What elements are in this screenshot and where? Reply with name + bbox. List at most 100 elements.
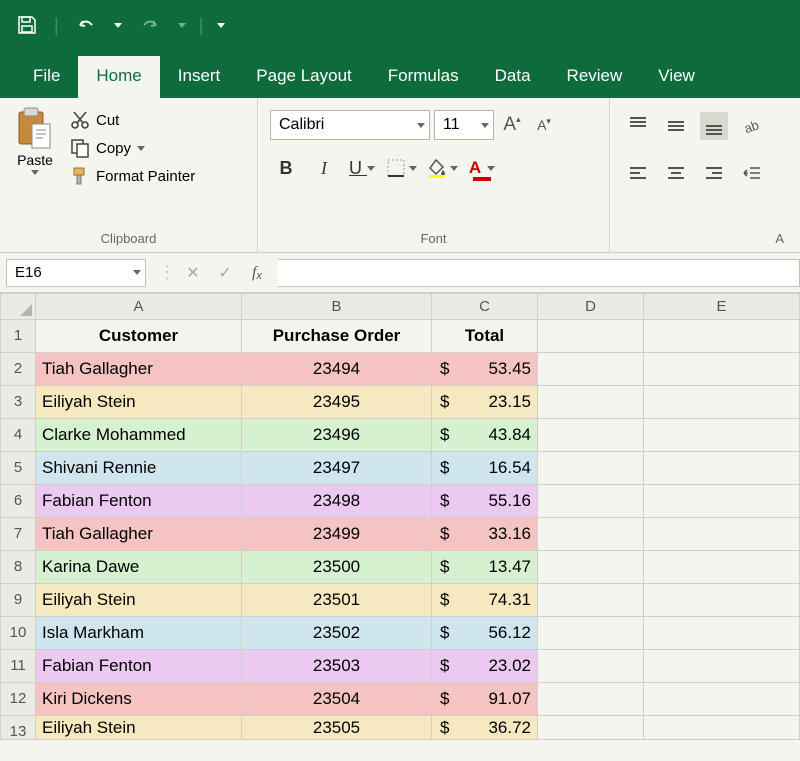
cell[interactable]: $33.16 — [432, 518, 538, 551]
increase-font-button[interactable]: A▴ — [498, 111, 526, 139]
cell[interactable] — [538, 353, 644, 386]
tab-file[interactable]: File — [15, 56, 78, 98]
underline-button[interactable]: U — [348, 154, 376, 182]
cell[interactable] — [538, 716, 644, 740]
cell[interactable]: Kiri Dickens — [36, 683, 242, 716]
cell[interactable] — [538, 419, 644, 452]
cell[interactable] — [644, 320, 800, 353]
cell[interactable]: Eiliyah Stein — [36, 584, 242, 617]
cell[interactable]: $55.16 — [432, 485, 538, 518]
bold-button[interactable]: B — [272, 154, 300, 182]
cell[interactable]: Total — [432, 320, 538, 353]
col-header-D[interactable]: D — [538, 293, 644, 320]
decrease-indent-button[interactable] — [738, 160, 766, 188]
align-center-button[interactable] — [662, 160, 690, 188]
cell[interactable] — [538, 320, 644, 353]
cell[interactable]: Fabian Fenton — [36, 485, 242, 518]
cell[interactable]: Clarke Mohammed — [36, 419, 242, 452]
row-header[interactable]: 5 — [0, 452, 36, 485]
cell[interactable] — [644, 650, 800, 683]
cell[interactable]: $43.84 — [432, 419, 538, 452]
cell[interactable] — [644, 584, 800, 617]
cell[interactable]: Karina Dawe — [36, 551, 242, 584]
tab-view[interactable]: View — [640, 56, 713, 98]
cell[interactable] — [644, 716, 800, 740]
tab-formulas[interactable]: Formulas — [370, 56, 477, 98]
row-header[interactable]: 9 — [0, 584, 36, 617]
undo-button[interactable] — [69, 8, 103, 42]
align-top-button[interactable] — [624, 112, 652, 140]
cell[interactable] — [644, 452, 800, 485]
row-header[interactable]: 12 — [0, 683, 36, 716]
cancel-formula-button[interactable]: ✕ — [178, 259, 208, 287]
decrease-font-button[interactable]: A▾ — [530, 111, 558, 139]
tab-data[interactable]: Data — [477, 56, 549, 98]
cell[interactable]: Tiah Gallagher — [36, 518, 242, 551]
cell[interactable] — [538, 584, 644, 617]
cut-button[interactable]: Cut — [66, 108, 199, 132]
cell[interactable] — [644, 419, 800, 452]
cell[interactable]: Isla Markham — [36, 617, 242, 650]
cell[interactable] — [538, 452, 644, 485]
cell[interactable] — [538, 518, 644, 551]
col-header-C[interactable]: C — [432, 293, 538, 320]
align-bottom-button[interactable] — [700, 112, 728, 140]
borders-button[interactable] — [386, 154, 417, 182]
copy-button[interactable]: Copy — [66, 136, 199, 160]
row-header[interactable]: 8 — [0, 551, 36, 584]
row-header[interactable]: 6 — [0, 485, 36, 518]
cell[interactable]: Purchase Order — [242, 320, 432, 353]
cell[interactable]: $13.47 — [432, 551, 538, 584]
tab-insert[interactable]: Insert — [160, 56, 239, 98]
cell[interactable] — [644, 353, 800, 386]
cell[interactable] — [644, 683, 800, 716]
row-header[interactable]: 3 — [0, 386, 36, 419]
row-header[interactable]: 4 — [0, 419, 36, 452]
cell[interactable]: Eiliyah Stein — [36, 386, 242, 419]
cell[interactable]: $56.12 — [432, 617, 538, 650]
orientation-button[interactable]: ab — [738, 112, 766, 140]
col-header-B[interactable]: B — [242, 293, 432, 320]
format-painter-button[interactable]: Format Painter — [66, 164, 199, 188]
cell[interactable]: 23501 — [242, 584, 432, 617]
cell[interactable]: $74.31 — [432, 584, 538, 617]
enter-formula-button[interactable]: ✓ — [210, 259, 240, 287]
cell[interactable]: 23496 — [242, 419, 432, 452]
cell[interactable]: $23.15 — [432, 386, 538, 419]
cell[interactable]: 23504 — [242, 683, 432, 716]
name-box[interactable]: E16 — [6, 259, 146, 287]
undo-dropdown[interactable] — [111, 8, 125, 42]
cell[interactable] — [538, 683, 644, 716]
paste-button[interactable]: Paste — [10, 102, 60, 188]
align-middle-button[interactable] — [662, 112, 690, 140]
cell[interactable]: Tiah Gallagher — [36, 353, 242, 386]
cell[interactable]: $53.45 — [432, 353, 538, 386]
formula-input[interactable] — [278, 259, 800, 287]
cell[interactable]: 23500 — [242, 551, 432, 584]
cell[interactable]: Customer — [36, 320, 242, 353]
cell[interactable] — [538, 551, 644, 584]
row-header[interactable]: 2 — [0, 353, 36, 386]
cell[interactable]: $36.72 — [432, 716, 538, 740]
row-header[interactable]: 13 — [0, 716, 36, 740]
cell[interactable] — [644, 617, 800, 650]
cell[interactable] — [538, 386, 644, 419]
font-name-combo[interactable]: Calibri — [270, 110, 430, 140]
cell[interactable] — [538, 617, 644, 650]
fill-color-button[interactable] — [427, 154, 458, 182]
cell[interactable]: $91.07 — [432, 683, 538, 716]
cell[interactable] — [644, 551, 800, 584]
cell[interactable]: 23505 — [242, 716, 432, 740]
font-color-button[interactable]: A — [468, 154, 496, 182]
cell[interactable]: 23498 — [242, 485, 432, 518]
tab-page-layout[interactable]: Page Layout — [238, 56, 369, 98]
qat-customize[interactable] — [213, 8, 229, 42]
cell[interactable]: $23.02 — [432, 650, 538, 683]
row-header[interactable]: 10 — [0, 617, 36, 650]
cell[interactable]: 23495 — [242, 386, 432, 419]
row-header[interactable]: 1 — [0, 320, 36, 353]
cell[interactable]: Eiliyah Stein — [36, 716, 242, 740]
cell[interactable]: 23502 — [242, 617, 432, 650]
cell[interactable]: 23503 — [242, 650, 432, 683]
cell[interactable] — [644, 518, 800, 551]
